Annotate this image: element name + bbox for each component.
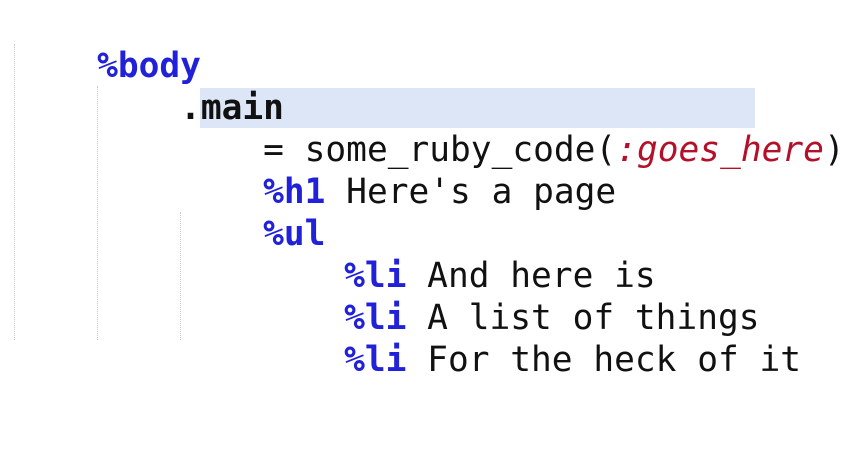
code-line: %h1 Here's a page xyxy=(180,129,616,212)
tag-content: Here's a page xyxy=(325,172,617,212)
ruby-symbol: :goes_here xyxy=(616,130,824,170)
code-line: = some_ruby_code(:goes_here) xyxy=(180,87,845,170)
code-line: %li And here is xyxy=(261,213,656,296)
haml-tag: %li xyxy=(344,340,407,380)
ruby-code-close: ) xyxy=(823,130,845,170)
code-line: .main xyxy=(97,45,284,128)
tag-content: For the heck of it xyxy=(406,340,802,380)
code-line: %ul xyxy=(180,171,325,254)
code-line: %li A list of things xyxy=(261,255,759,338)
code-line: %body xyxy=(14,3,201,86)
code-line: %li For the heck of it xyxy=(261,297,801,380)
code-editor[interactable]: %body .main = some_ruby_code(:goes_here)… xyxy=(0,0,867,471)
